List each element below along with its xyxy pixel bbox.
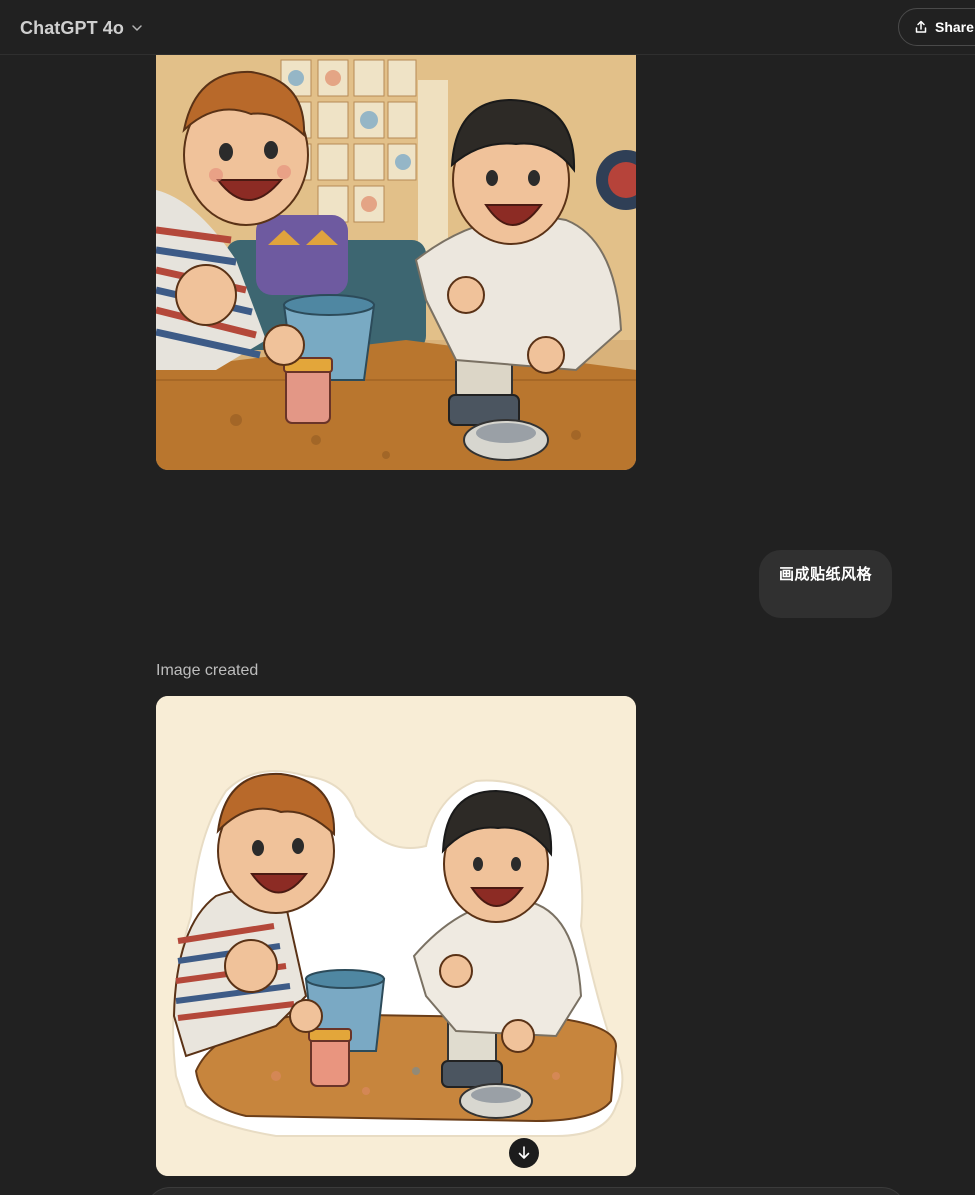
download-image-button[interactable] xyxy=(509,1138,539,1168)
share-button[interactable]: Share xyxy=(898,8,975,46)
message-composer[interactable] xyxy=(146,1187,906,1195)
share-label: Share xyxy=(935,19,974,35)
assistant-status-label: Image created xyxy=(156,662,259,679)
user-message-text: 画成贴纸风格 xyxy=(779,566,873,583)
sticker-illustration xyxy=(156,696,636,1176)
share-icon xyxy=(915,20,927,33)
top-bar: ChatGPT 4o Share xyxy=(0,0,975,55)
arrow-down-icon xyxy=(518,1146,530,1159)
generated-image-original[interactable] xyxy=(156,40,636,470)
anime-scene-illustration xyxy=(156,40,636,470)
model-switcher[interactable]: ChatGPT 4o xyxy=(12,12,152,44)
model-name: ChatGPT 4o xyxy=(20,17,125,38)
user-message-bubble: 画成贴纸风格 xyxy=(759,550,892,618)
chevron-down-icon xyxy=(132,25,142,31)
generated-image-sticker[interactable] xyxy=(156,696,636,1176)
